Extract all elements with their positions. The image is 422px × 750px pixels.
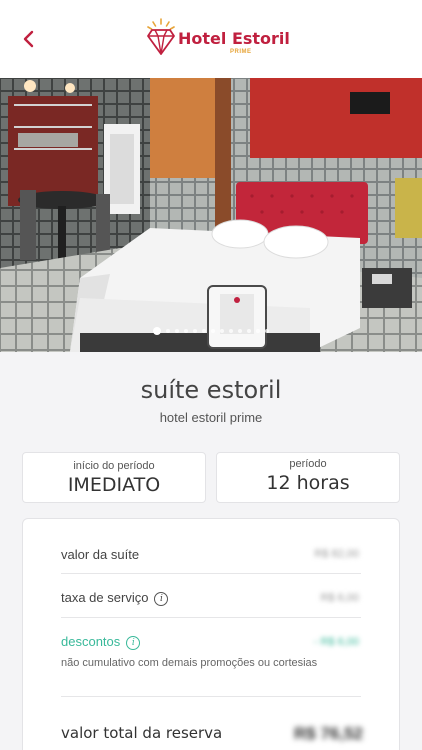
service-fee-value: R$ 6,00 [320, 592, 359, 604]
gallery-dot[interactable] [238, 329, 242, 333]
discount-value: - R$ 6,00 [313, 636, 359, 648]
back-button[interactable] [16, 26, 42, 52]
hotel-logo: Hotel Estoril PRIME [144, 16, 290, 60]
gallery-dot[interactable] [256, 329, 260, 333]
discount-note: não cumulativo com demais promoções ou c… [61, 657, 318, 669]
chevron-left-icon [23, 30, 34, 48]
start-period-card: início do período IMEDIATO [22, 452, 206, 503]
divider [61, 696, 361, 697]
suite-price-label: valor da suíte [61, 547, 140, 562]
gallery-dot[interactable] [166, 329, 170, 333]
total-label: valor total da reserva [61, 724, 223, 742]
brand-name: Hotel Estoril [178, 29, 290, 48]
gallery-dot[interactable] [175, 329, 179, 333]
price-breakdown-card: valor da suíte R$ 82,00 taxa de serviço i… [22, 518, 400, 750]
gallery-dot[interactable] [265, 329, 269, 333]
gallery-dot[interactable] [220, 329, 224, 333]
suite-photo[interactable] [0, 78, 422, 352]
period-label: período [289, 458, 327, 470]
service-fee-info-icon[interactable]: i [154, 592, 169, 606]
discount-label: descontos [61, 634, 121, 649]
gallery-dot[interactable] [211, 329, 215, 333]
start-period-label: início do período [73, 460, 155, 472]
diamond-logo-icon [147, 18, 175, 55]
gallery-dot[interactable] [193, 329, 197, 333]
suite-name: suíte estoril [140, 376, 282, 404]
discount-info-icon[interactable]: i [126, 636, 141, 650]
service-fee-row: taxa de serviço i [61, 590, 361, 606]
total-value: R$ 76,52 [294, 724, 363, 743]
gallery-dot[interactable] [202, 329, 206, 333]
divider [61, 573, 361, 574]
divider [61, 617, 361, 618]
gallery-dot[interactable] [184, 329, 188, 333]
gallery-dot[interactable] [229, 329, 233, 333]
brand-sub: PRIME [230, 49, 252, 55]
start-period-value: IMEDIATO [67, 474, 161, 496]
suite-price-value: R$ 82,00 [314, 548, 359, 560]
period-value: 12 horas [266, 472, 350, 494]
hotel-name: hotel estoril prime [159, 410, 263, 425]
gallery-dot[interactable] [153, 327, 161, 335]
suite-photo-image [0, 78, 422, 352]
app-header: Hotel Estoril PRIME [0, 0, 422, 78]
gallery-dot[interactable] [247, 329, 251, 333]
service-fee-label: taxa de serviço [61, 590, 149, 605]
period-card: período 12 horas [216, 452, 400, 503]
gallery-pagination[interactable] [0, 327, 422, 335]
